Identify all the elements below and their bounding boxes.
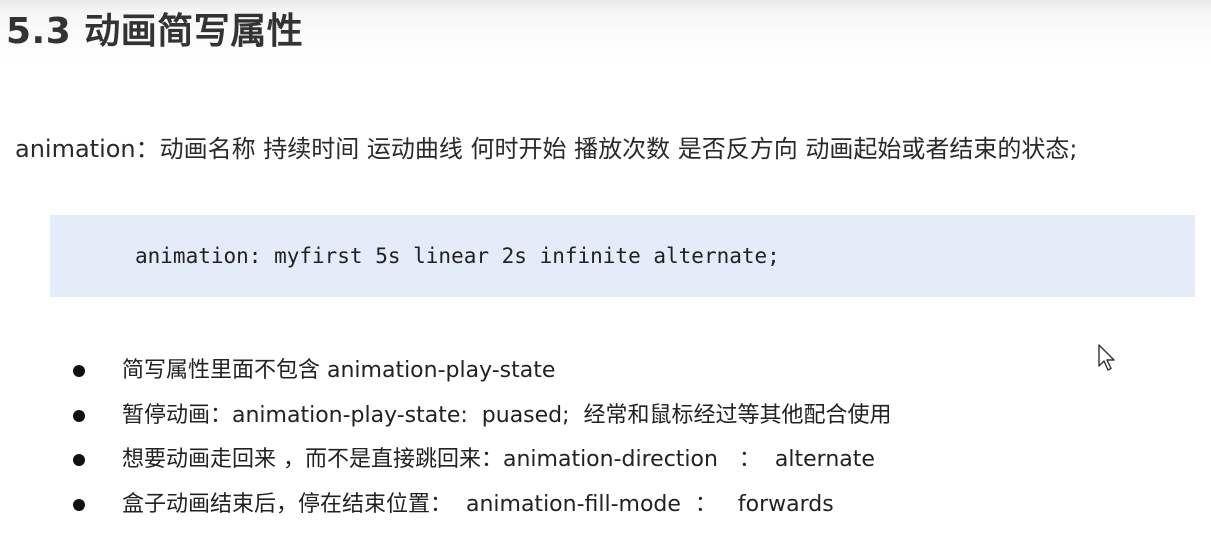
list-item-text: 盒子动画结束后，停在结束位置： animation-fill-mode ： fo… <box>122 491 834 517</box>
bullet-icon <box>73 498 85 511</box>
bullet-icon <box>73 365 85 377</box>
list-item-text: 想要动画走回来 ，而不是直接跳回来：animation-direction ： … <box>122 447 875 472</box>
list-item: 暂停动画：animation-play-state: puased; 经常和鼠标… <box>0 394 1100 439</box>
list-item: 简写属性里面不包含 animation-play-state <box>0 349 1100 394</box>
list-item-text: 暂停动画：animation-play-state: puased; 经常和鼠标… <box>122 402 892 428</box>
animation-syntax-description: animation：动画名称 持续时间 运动曲线 何时开始 播放次数 是否反方向… <box>15 135 1078 163</box>
bullet-list: 简写属性里面不包含 animation-play-state 暂停动画：anim… <box>0 349 1100 527</box>
code-block: animation: myfirst 5s linear 2s infinite… <box>50 215 1195 297</box>
bullet-icon <box>73 454 85 466</box>
bullet-icon <box>73 409 85 422</box>
mouse-pointer-icon <box>1098 344 1115 371</box>
code-example: animation: myfirst 5s linear 2s infinite… <box>135 244 780 268</box>
list-item: 盒子动画结束后，停在结束位置： animation-fill-mode ： fo… <box>0 483 1100 528</box>
list-item: 想要动画走回来 ，而不是直接跳回来：animation-direction ： … <box>0 438 1100 483</box>
slide-title: 5.3 动画简写属性 <box>6 11 304 52</box>
list-item-text: 简写属性里面不包含 animation-play-state <box>122 358 556 383</box>
